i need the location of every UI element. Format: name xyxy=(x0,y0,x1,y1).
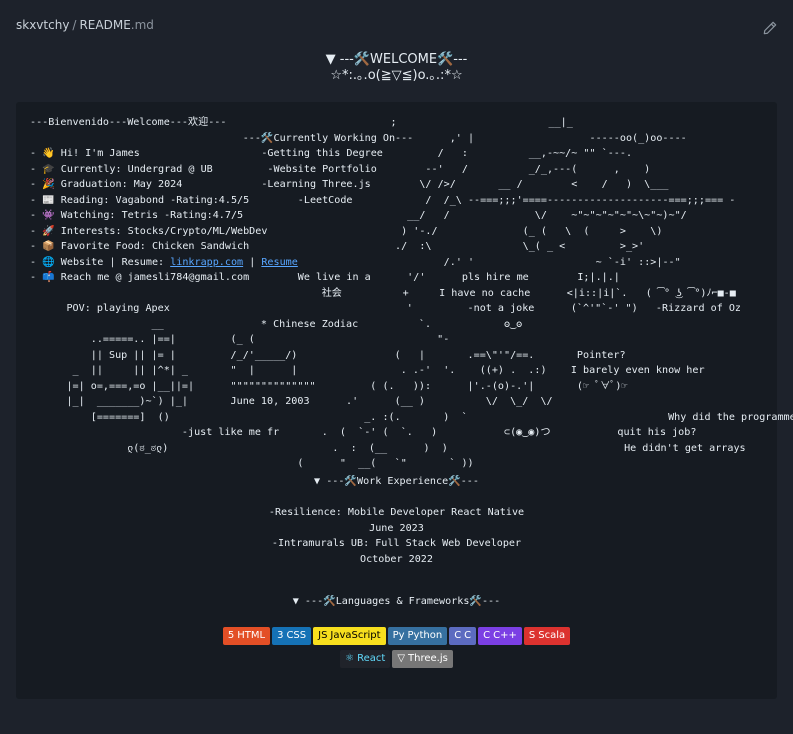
art-line: - 🚀 Interests: Stocks/Crypto/ML/WebDev )… xyxy=(30,225,663,237)
art-line: -just like me fr . ( `-' ( `. ) ⊂(◉‿◉)つ … xyxy=(30,427,697,438)
html-logo-icon: 5 xyxy=(227,630,235,641)
art-line: - 📦 Favorite Food: Chicken Sandwich ./ :… xyxy=(30,241,645,252)
job-date: October 2022 xyxy=(360,553,433,565)
job-entry: -Resilience: Mobile Developer React Nati… xyxy=(268,507,525,518)
art-line: ( " __( `" ` )) xyxy=(30,458,474,469)
ascii-art: ---Bienvenido---Welcome---欢迎--- ; __|_ -… xyxy=(30,115,793,472)
badge-label: CSS xyxy=(286,630,307,641)
art-line: - 📰 Reading: Vagabond -Rating:4.5/5 -Lee… xyxy=(30,194,736,206)
repo-owner-link[interactable]: skxvtchy xyxy=(16,18,69,32)
badge-react[interactable]: ⚛ React xyxy=(340,650,391,668)
badge-label: C++ xyxy=(493,630,517,641)
art-line: - 🎉 Graduation: May 2024 -Learning Three… xyxy=(30,179,669,190)
edit-pencil-icon[interactable] xyxy=(763,20,777,35)
art-line: || Sup || |= | /_/'_____/) ( | .==\"'"/=… xyxy=(30,349,626,361)
website-link[interactable]: linkrapp.com xyxy=(170,257,243,268)
welcome-subtitle: ☆*:.｡.o(≧▽≦)o.｡.:*☆ xyxy=(330,68,463,83)
art-line: ..=====.. |==| (_ ( "- xyxy=(30,334,450,345)
work-title[interactable]: ▼ ---🛠️Work Experience🛠️--- xyxy=(16,474,777,490)
art-line: [=======] () _. :(. ) ` Why did the prog… xyxy=(30,411,793,423)
python-logo-icon: Py xyxy=(392,630,405,641)
badge-c-[interactable]: C C++ xyxy=(478,627,522,645)
art-line: - 🎓 Currently: Undergrad @ UB -Website P… xyxy=(30,163,651,175)
badge-label: Scala xyxy=(538,630,566,641)
art-line: ---🛠️Currently Working On--- ,' | -----o… xyxy=(30,132,687,144)
javascript-logo-icon: JS xyxy=(318,630,328,641)
css-logo-icon: 3 xyxy=(277,630,284,641)
badge-row: 5 HTML 3 CSS JS JavaScript Py Python C C C C++ S Scal… xyxy=(16,627,777,645)
art-line: | xyxy=(243,256,262,268)
badge-label: HTML xyxy=(237,630,266,641)
job-date: June 2023 xyxy=(369,522,424,534)
art-line: __ * Chinese Zodiac `. ʘ‿ʘ xyxy=(30,318,523,330)
art-line: |=| o=,===,=o |__||=| """""""""""""" ( (… xyxy=(30,380,628,392)
art-line: - 🌐 Website | Resume: xyxy=(30,256,171,268)
file-name: README xyxy=(79,18,131,32)
badge-list: 5 HTML 3 CSS JS JavaScript Py Python C C C C++ S Scal… xyxy=(16,627,777,673)
art-line: - 👾 Watching: Tetris -Rating:4.7/5 __/ /… xyxy=(30,210,687,221)
art-line: ლ(ಠ_ಠლ) . : (__ ) ) He didn't get arrays xyxy=(30,442,746,454)
art-line: |_| _______)~`) |_| June 10, 2003 .' (__… xyxy=(30,396,553,407)
c-logo-icon: C xyxy=(454,630,462,641)
badge-label: Three.js xyxy=(408,653,448,664)
badge-three-js[interactable]: ▽ Three.js xyxy=(392,650,453,668)
art-line: _ || || |^*| _ " | | . .-' '. ((+) . .:)… xyxy=(30,365,705,376)
badge-css[interactable]: 3 CSS xyxy=(272,627,312,645)
three-js-logo-icon: ▽ xyxy=(397,653,406,664)
c--logo-icon: C xyxy=(483,630,491,641)
badge-label: Python xyxy=(407,630,443,641)
badge-scala[interactable]: S Scala xyxy=(523,627,571,645)
art-line: ---Bienvenido---Welcome---欢迎--- ; __|_ xyxy=(30,117,573,128)
readme-header: ▼ ---🛠️WELCOME🛠️--- ☆*:.｡.o(≧▽≦)o.｡.:*☆ xyxy=(0,52,793,84)
job-entry: -Intramurals UB: Full Stack Web Develope… xyxy=(271,538,522,549)
art-line: - 👋 Hi! I'm James -Getting this Degree /… xyxy=(30,148,633,159)
resume-link[interactable]: Resume xyxy=(261,257,297,268)
badge-c[interactable]: CC xyxy=(449,627,477,645)
react-logo-icon: ⚛ xyxy=(345,653,355,664)
code-block: ---Bienvenido---Welcome---欢迎--- ; __|_ -… xyxy=(16,102,793,699)
scala-logo-icon: S xyxy=(528,630,536,641)
art-line: - 📫 Reach me @ jamesli784@gmail.com We l… xyxy=(30,272,620,283)
art-line: POV: playing Apex ' -not a joke (`^'"`-'… xyxy=(30,303,742,314)
languages-title[interactable]: ▼ ---🛠️Languages & Frameworks🛠️--- xyxy=(16,596,777,607)
badge-python[interactable]: Py Python xyxy=(387,627,448,645)
file-extension: .md xyxy=(130,18,154,32)
breadcrumb: skxvtchy / README.md xyxy=(16,18,154,32)
badge-label: React xyxy=(357,653,386,664)
badge-label: C xyxy=(464,630,472,641)
badge-javascript[interactable]: JS JavaScript xyxy=(313,627,386,645)
badge-label: JavaScript xyxy=(330,630,381,641)
welcome-title[interactable]: ▼ ---🛠️WELCOME🛠️--- xyxy=(0,52,793,68)
work-experience: ▼ ---🛠️Work Experience🛠️--- -Resilience:… xyxy=(16,474,777,567)
badge-row: ⚛ React ▽ Three.js xyxy=(16,650,777,668)
badge-html[interactable]: 5 HTML xyxy=(222,627,271,645)
breadcrumb-separator: / xyxy=(72,18,77,32)
art-line: 社会 + I have no cache <|i::|i|`. ( ͡° ͜ʖ … xyxy=(30,287,736,299)
art-line: /.' ' ~ `-i' ::>|--" xyxy=(297,256,681,268)
